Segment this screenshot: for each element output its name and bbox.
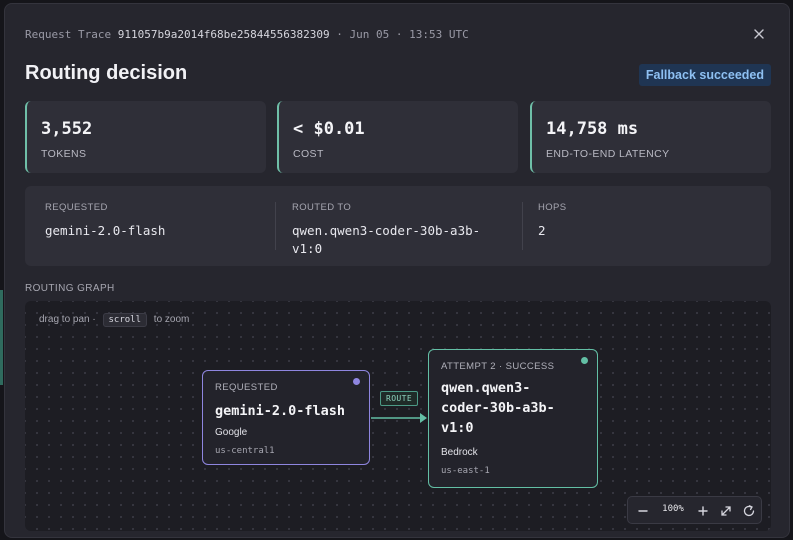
page-title: Routing decision [25,62,188,84]
node-region: us-central1 [215,446,275,456]
divider [275,202,276,250]
stat-card-tokens: 3,552 TOKENS [25,101,266,173]
stat-label: COST [293,148,324,160]
hops: HOPS 2 [538,202,567,240]
hops-label: HOPS [538,202,567,213]
status-dot-icon [353,378,360,385]
requested-label: REQUESTED [45,202,108,213]
trace-id: 911057b9a2014f68be25844556382309 [117,28,330,41]
arrowhead-icon [420,413,427,423]
routing-graph-canvas[interactable]: drag to pan · scroll to zoom ROUTE REQUE… [25,301,771,531]
node-model-line: v1:0 [441,420,474,436]
routed-model: ROUTED TO qwen.qwen3-coder-30b-a3b- v1:0 [292,202,480,258]
reset-icon[interactable] [739,501,759,521]
stat-card-cost: < $0.01 COST [277,101,518,173]
divider [522,202,523,250]
requested-value: gemini-2.0-flash [45,223,166,238]
stat-label: TOKENS [41,148,87,160]
stat-value: 14,758 ms [546,119,639,139]
minus-icon[interactable] [633,501,653,521]
node-requested[interactable]: REQUESTED gemini-2.0-flash Google us-cen… [202,370,370,465]
separator: · [395,28,403,41]
node-kicker: ATTEMPT 2 · SUCCESS [441,361,555,372]
hops-value: 2 [538,223,546,238]
stat-value: 3,552 [41,119,93,139]
stat-card-latency: 14,758 ms END-TO-END LATENCY [530,101,771,173]
trace-date: Jun 05 [349,28,390,41]
zoom-level: 100% [662,504,684,514]
expand-icon[interactable] [716,501,736,521]
routing-summary: REQUESTED gemini-2.0-flash ROUTED TO qwe… [25,186,771,266]
node-attempt[interactable]: ATTEMPT 2 · SUCCESS qwen.qwen3- coder-30… [428,349,598,488]
node-model: gemini-2.0-flash [215,403,346,419]
routed-label: ROUTED TO [292,202,352,213]
node-model-line: qwen.qwen3- [441,380,531,396]
node-region: us-east-1 [441,466,490,476]
section-label: ROUTING GRAPH [25,283,115,294]
routed-value-line: qwen.qwen3-coder-30b-a3b- [292,223,481,238]
plus-icon[interactable] [693,501,713,521]
trace-label: Request Trace [25,28,112,41]
stat-label: END-TO-END LATENCY [546,148,670,160]
zoom-controls: 100% [627,496,762,524]
trace-header: Request Trace 911057b9a2014f68be25844556… [25,28,469,41]
routed-value-line: v1:0 [292,241,323,256]
trace-modal: Request Trace 911057b9a2014f68be25844556… [4,3,790,538]
node-provider: Google [215,427,248,438]
status-dot-icon [581,357,588,364]
routed-value: qwen.qwen3-coder-30b-a3b- v1:0 [292,222,480,258]
requested-model: REQUESTED gemini-2.0-flash [45,202,165,240]
edge-label: ROUTE [380,391,419,406]
node-kicker: REQUESTED [215,382,278,393]
close-icon[interactable] [751,26,767,42]
trace-time: 13:53 UTC [409,28,469,41]
separator: · [336,28,343,41]
node-model-line: coder-30b-a3b- [441,400,555,416]
status-badge: Fallback succeeded [638,64,771,86]
stat-value: < $0.01 [293,119,365,139]
backdrop-accent [0,290,3,385]
node-provider: Bedrock [441,447,478,458]
node-model: qwen.qwen3- coder-30b-a3b- v1:0 [441,378,555,438]
